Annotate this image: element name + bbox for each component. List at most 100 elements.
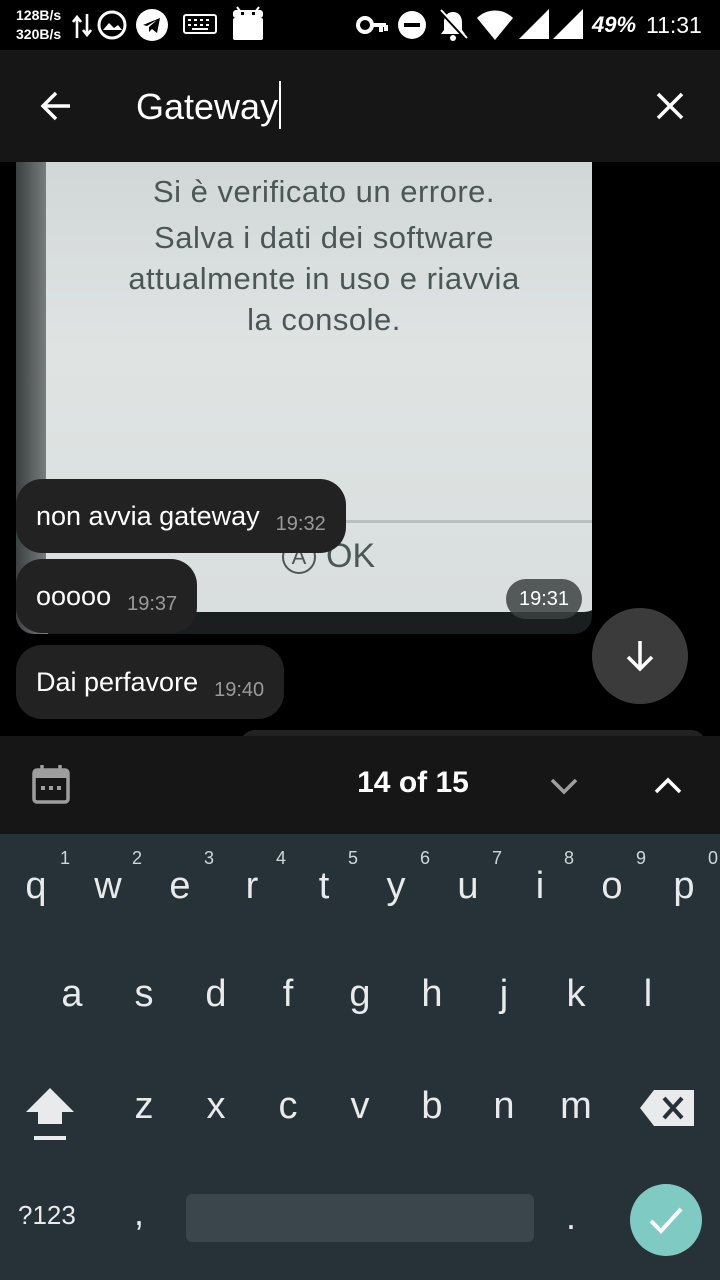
key-j[interactable]: j (468, 942, 540, 1042)
key-a[interactable]: a (36, 942, 108, 1042)
photo-text-line: attualmente in uso e riavvia (128, 261, 520, 296)
message-time: 19:37 (127, 592, 178, 615)
key-x[interactable]: x (180, 1054, 252, 1154)
key-r[interactable]: 4r (216, 834, 288, 934)
key-letter: n (493, 1085, 515, 1127)
chevron-up-icon (654, 777, 682, 794)
space-bar[interactable] (186, 1194, 534, 1242)
clear-search-button[interactable] (642, 78, 698, 134)
comma-key[interactable]: , (134, 1192, 144, 1234)
close-icon (656, 92, 684, 120)
message-time: 19:31 (506, 579, 582, 619)
calendar-icon (32, 765, 70, 804)
symbols-key[interactable]: ?123 (18, 1200, 76, 1231)
key-w[interactable]: 2w (72, 834, 144, 934)
shift-icon (26, 1088, 74, 1140)
key-letter: c (278, 1085, 298, 1127)
text-caret (279, 81, 282, 130)
backspace-key[interactable] (636, 1084, 700, 1134)
chat-messages[interactable]: Si è verificato un errore. Salva i dati … (0, 162, 720, 736)
key-f[interactable]: f (252, 942, 324, 1042)
back-button[interactable] (28, 78, 84, 134)
key-o[interactable]: 9o (576, 834, 648, 934)
shift-key[interactable] (20, 1082, 80, 1152)
message-bubble[interactable]: ooooo 19:37 (16, 559, 198, 633)
key-letter: k (566, 973, 586, 1015)
keyboard-icon (183, 14, 217, 34)
signal-icon (519, 9, 549, 39)
key-letter: h (421, 973, 443, 1015)
search-query: Gateway (136, 86, 279, 127)
search-toolbar: Gateway (0, 50, 720, 162)
key-letter: s (134, 973, 154, 1015)
search-input[interactable]: Gateway (136, 81, 282, 130)
backspace-icon (640, 1090, 694, 1126)
data-transfer-icon (72, 14, 92, 38)
key-letter: v (350, 1085, 370, 1127)
key-t[interactable]: 5t (288, 834, 360, 934)
key-letter: q (25, 865, 47, 907)
arrow-back-icon (40, 91, 70, 121)
key-letter: y (386, 865, 406, 907)
message-bubble[interactable]: Dai perfavore 19:40 (16, 645, 285, 719)
key-h[interactable]: h (396, 942, 468, 1042)
key-letter: d (205, 973, 227, 1015)
enter-key[interactable] (630, 1184, 702, 1256)
battery-percent: 49% (592, 12, 637, 37)
status-bar: 128B/s 320B/s 49% 11:31 (0, 0, 720, 50)
period-key[interactable]: . (566, 1196, 576, 1238)
vpn-key-icon (356, 16, 388, 34)
key-d[interactable]: d (180, 942, 252, 1042)
search-results-bar: 14 of 15 (0, 736, 720, 834)
net-down-speed: 320B/s (16, 26, 62, 42)
telegram-icon (136, 9, 168, 41)
wifi-icon (477, 10, 513, 40)
photo-text-line: la console. (247, 302, 401, 337)
key-v[interactable]: v (324, 1054, 396, 1154)
calendar-button[interactable] (30, 762, 74, 808)
chevron-down-icon (550, 778, 578, 795)
key-letter: j (499, 973, 509, 1015)
key-letter: b (421, 1085, 443, 1127)
key-i[interactable]: 8i (504, 834, 576, 934)
key-letter: t (318, 865, 330, 907)
message-time: 19:40 (214, 678, 265, 701)
key-b[interactable]: b (396, 1054, 468, 1154)
key-p[interactable]: 0p (648, 834, 720, 934)
key-e[interactable]: 3e (144, 834, 216, 934)
network-speed: 128B/s 320B/s (16, 6, 61, 44)
key-c[interactable]: c (252, 1054, 324, 1154)
key-y[interactable]: 6y (360, 834, 432, 934)
key-letter: p (673, 865, 695, 907)
signal-icon (553, 9, 583, 39)
next-result-button[interactable] (540, 762, 588, 810)
key-letter: z (134, 1085, 154, 1127)
message-time: 19:32 (275, 512, 326, 535)
arrow-down-icon (626, 641, 654, 672)
key-z[interactable]: z (108, 1054, 180, 1154)
clock: 11:31 (646, 12, 702, 38)
key-l[interactable]: l (612, 942, 684, 1042)
previous-result-button[interactable] (644, 762, 692, 810)
key-letter: o (601, 865, 623, 907)
key-letter: e (169, 865, 191, 907)
key-letter: l (643, 973, 653, 1015)
key-n[interactable]: n (468, 1054, 540, 1154)
key-g[interactable]: g (324, 942, 396, 1042)
notifications-off-icon (438, 9, 468, 41)
soft-keyboard: 1q 2w 3e 4r 5t 6y 7u 8i 9o 0p a s d f g … (0, 834, 720, 1280)
message-text: Dai perfavore (36, 666, 199, 697)
key-letter: f (282, 973, 294, 1015)
key-u[interactable]: 7u (432, 834, 504, 934)
key-letter: g (349, 973, 371, 1015)
key-s[interactable]: s (108, 942, 180, 1042)
scroll-to-bottom-button[interactable] (592, 608, 688, 704)
photo-text-line: Salva i dati dei software (154, 220, 494, 255)
key-letter: x (206, 1085, 226, 1127)
key-letter: w (94, 865, 122, 907)
key-letter: m (560, 1085, 592, 1127)
key-m[interactable]: m (540, 1054, 612, 1154)
message-bubble[interactable]: non avvia gateway 19:32 (16, 479, 346, 553)
key-k[interactable]: k (540, 942, 612, 1042)
key-q[interactable]: 1q (0, 834, 72, 934)
